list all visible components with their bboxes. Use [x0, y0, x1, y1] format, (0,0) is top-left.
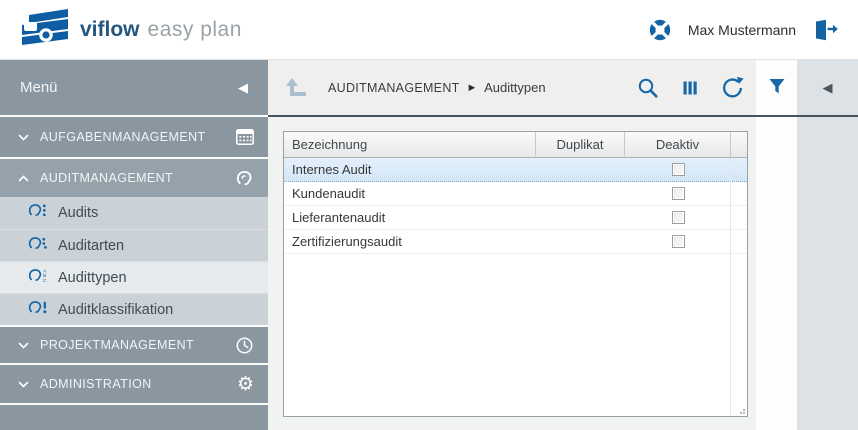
sidebar-item-auditarten[interactable]: Auditarten: [0, 229, 268, 261]
cell-duplikat: [536, 158, 625, 181]
help-lifebuoy-icon[interactable]: [648, 18, 672, 42]
deaktiv-checkbox[interactable]: [672, 187, 685, 200]
columns-icon[interactable]: [681, 79, 699, 97]
refresh-icon[interactable]: [721, 76, 744, 99]
gear-icon: ⚙: [237, 375, 254, 394]
column-header-spacer: [731, 132, 747, 158]
sidebar-filler: [0, 403, 268, 430]
sidebar-item-label: Auditarten: [58, 238, 124, 254]
toolbar-icons: [637, 76, 744, 99]
breadcrumb-toolbar: AUDITMANAGEMENT ▶ Audittypen: [268, 60, 756, 115]
right-panel-collapse-icon[interactable]: ◀: [823, 80, 833, 96]
cell-bezeichnung: Internes Audit: [284, 158, 536, 181]
sidebar-title: Menü: [20, 79, 58, 96]
table-row[interactable]: Lieferantenaudit: [284, 206, 747, 230]
cell-bezeichnung: Kundenaudit: [284, 182, 536, 205]
sidebar-item-audits[interactable]: Audits: [0, 197, 268, 229]
header-right: Max Mustermann: [648, 18, 838, 42]
ear-abc-icon: A B C: [27, 267, 48, 289]
column-header-deaktiv[interactable]: Deaktiv: [625, 132, 731, 158]
brand-logo: viflow easy plan: [20, 8, 242, 51]
chevron-down-icon: [18, 134, 29, 141]
sidebar-menu-bar: Menü ◀: [0, 60, 268, 115]
cell-deaktiv: [625, 182, 731, 205]
ear-dots-vertical-icon: [27, 202, 48, 224]
cell-bezeichnung: Lieferantenaudit: [284, 206, 536, 229]
sidebar-item-auditklassifikation[interactable]: Auditklassifikation: [0, 293, 268, 325]
section-label: ADMINISTRATION: [40, 377, 237, 391]
sidebar-section-auditmanagement[interactable]: AUDITMANAGEMENT: [0, 159, 268, 197]
column-header-bezeichnung[interactable]: Bezeichnung: [284, 132, 536, 158]
deaktiv-checkbox[interactable]: [672, 235, 685, 248]
deaktiv-checkbox[interactable]: [672, 163, 685, 176]
table-row[interactable]: Internes Audit: [284, 158, 747, 182]
cell-spacer: [731, 230, 747, 253]
sidebar-section-administration[interactable]: ADMINISTRATION ⚙: [0, 365, 268, 403]
sidebar-item-label: Audits: [58, 205, 98, 221]
search-icon[interactable]: [637, 77, 659, 99]
brand-text: viflow easy plan: [80, 18, 242, 42]
brand-name: viflow: [80, 18, 140, 41]
calendar-grid-icon: [236, 129, 254, 145]
sidebar-collapse-icon[interactable]: ◀: [238, 80, 248, 96]
cell-bezeichnung: Zertifizierungsaudit: [284, 230, 536, 253]
cell-duplikat: [536, 230, 625, 253]
viflow-logo-icon: [20, 8, 70, 51]
cell-spacer: [731, 158, 747, 181]
chevron-down-icon: [18, 381, 29, 388]
brand-suffix: easy plan: [148, 18, 242, 41]
resize-grip[interactable]: [737, 406, 746, 415]
chevron-up-icon: [18, 175, 29, 182]
section-label: PROJEKTMANAGEMENT: [40, 338, 235, 352]
cell-deaktiv: [625, 206, 731, 229]
sidebar-item-label: Auditklassifikation: [58, 302, 173, 318]
breadcrumb-current[interactable]: Audittypen: [484, 80, 545, 95]
app-window: viflow easy plan Max Mustermann: [0, 0, 858, 430]
clock-icon: [235, 336, 254, 355]
filter-icon[interactable]: [767, 77, 787, 99]
logout-door-icon[interactable]: [812, 19, 838, 41]
up-level-icon[interactable]: [284, 76, 310, 100]
ear-icon: [235, 169, 254, 188]
cell-spacer: [731, 182, 747, 205]
user-name[interactable]: Max Mustermann: [688, 22, 796, 38]
ear-dots-icon: [27, 235, 48, 257]
cell-duplikat: [536, 206, 625, 229]
audittypen-table: Bezeichnung Duplikat Deaktiv Internes Au…: [283, 131, 748, 417]
cell-duplikat: [536, 182, 625, 205]
section-label: AUFGABENMANAGEMENT: [40, 130, 236, 144]
chevron-down-icon: [18, 342, 29, 349]
sidebar: Menü ◀ AUFGABENMANAGEMENT AU: [0, 60, 268, 430]
scrollbar-track: [730, 158, 731, 416]
cell-deaktiv: [625, 230, 731, 253]
section-label: AUDITMANAGEMENT: [40, 171, 235, 185]
table-row[interactable]: Zertifizierungsaudit: [284, 230, 747, 254]
breadcrumb-parent[interactable]: AUDITMANAGEMENT: [328, 81, 460, 95]
breadcrumb-separator-icon: ▶: [469, 82, 476, 93]
table-row[interactable]: Kundenaudit: [284, 182, 747, 206]
table-header-row: Bezeichnung Duplikat Deaktiv: [284, 132, 747, 158]
sidebar-item-label: Audittypen: [58, 270, 127, 286]
ear-exclamation-icon: [27, 299, 48, 321]
sidebar-section-projektmanagement[interactable]: PROJEKTMANAGEMENT: [0, 327, 268, 363]
cell-spacer: [731, 206, 747, 229]
svg-text:C: C: [43, 277, 47, 282]
sidebar-section-aufgabenmanagement[interactable]: AUFGABENMANAGEMENT: [0, 117, 268, 157]
column-header-duplikat[interactable]: Duplikat: [536, 132, 625, 158]
app-header: viflow easy plan Max Mustermann: [0, 0, 858, 60]
cell-deaktiv: [625, 158, 731, 181]
deaktiv-checkbox[interactable]: [672, 211, 685, 224]
sidebar-item-audittypen[interactable]: A B C Audittypen: [0, 261, 268, 293]
